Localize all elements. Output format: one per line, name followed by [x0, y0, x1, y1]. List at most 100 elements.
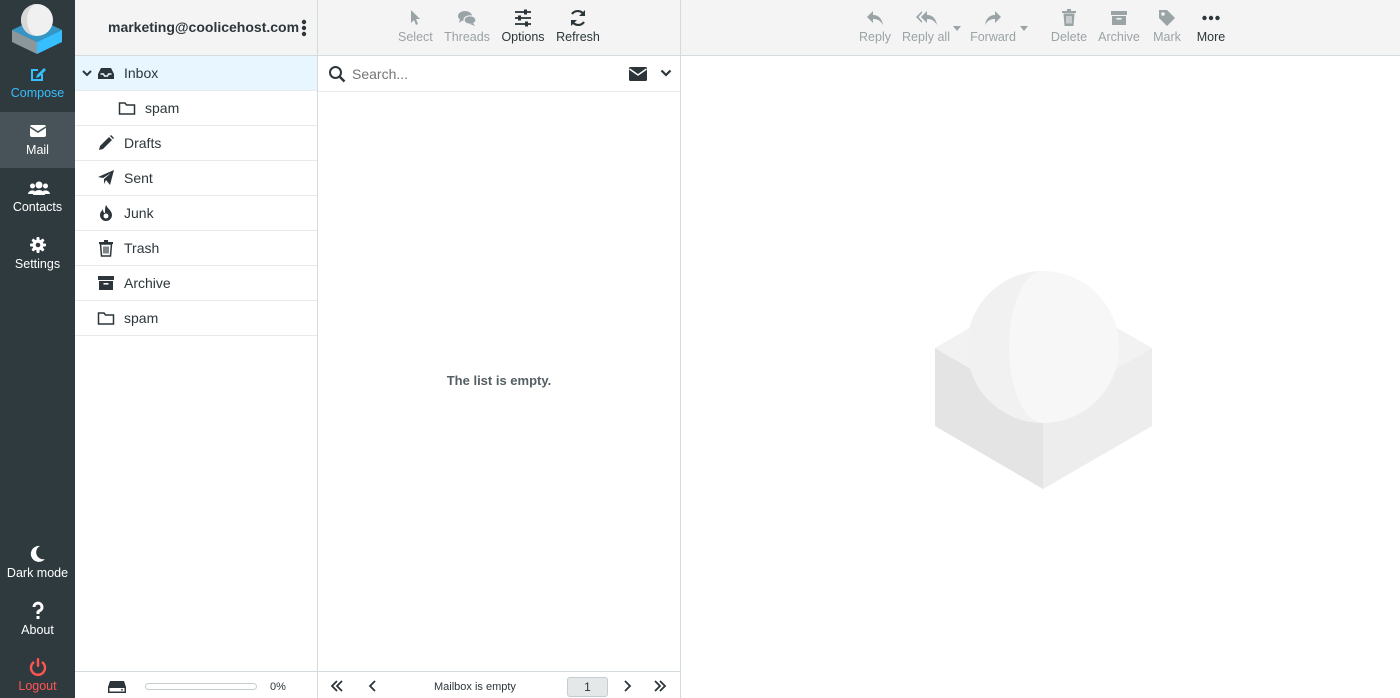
- first-page-icon[interactable]: [330, 680, 344, 692]
- folder-sent[interactable]: Sent: [75, 161, 317, 196]
- envelope-icon[interactable]: [629, 67, 647, 81]
- hard-drive-icon: [107, 680, 127, 694]
- last-page-icon[interactable]: [653, 680, 667, 692]
- moon-icon: [28, 544, 48, 564]
- folder-inbox[interactable]: Inbox: [75, 56, 317, 91]
- envelope-icon: [28, 121, 48, 141]
- list-pager: Mailbox is empty 1: [318, 671, 680, 698]
- mark-button[interactable]: Mark: [1149, 8, 1185, 44]
- about-button[interactable]: About: [0, 601, 75, 658]
- forward-dropdown-icon[interactable]: [1020, 26, 1028, 31]
- archive-button[interactable]: Archive: [1097, 8, 1141, 44]
- reply-button[interactable]: Reply: [855, 8, 895, 44]
- threads-button[interactable]: Threads: [444, 8, 490, 44]
- comments-icon: [457, 8, 477, 28]
- folder-icon: [97, 309, 115, 327]
- list-toolbar: Select Threads Options Refresh: [318, 0, 680, 56]
- quota-percent: 0%: [270, 681, 286, 693]
- archive-icon: [1109, 8, 1129, 28]
- refresh-label: Refresh: [556, 30, 600, 44]
- compose-label: Compose: [10, 86, 65, 100]
- folder-label: Trash: [124, 240, 160, 256]
- mark-label: Mark: [1153, 30, 1181, 44]
- more-button[interactable]: More: [1193, 8, 1229, 44]
- dark-mode-label: Dark mode: [6, 566, 69, 580]
- folder-junk[interactable]: Junk: [75, 196, 317, 231]
- logout-button[interactable]: Logout: [0, 657, 75, 698]
- archive-icon: [97, 274, 115, 292]
- page-number-input[interactable]: 1: [567, 677, 608, 697]
- power-icon: [28, 657, 48, 677]
- forward-button[interactable]: Forward: [969, 8, 1017, 44]
- chevron-down-icon[interactable]: [660, 68, 672, 78]
- archive-label: Archive: [1098, 30, 1140, 44]
- trash-icon: [97, 239, 115, 257]
- next-page-icon[interactable]: [620, 680, 634, 692]
- options-button[interactable]: Options: [500, 8, 546, 44]
- reply-all-button[interactable]: Reply all: [901, 8, 951, 44]
- delete-button[interactable]: Delete: [1049, 8, 1089, 44]
- reply-label: Reply: [859, 30, 891, 44]
- reply-all-label: Reply all: [902, 30, 950, 44]
- threads-label: Threads: [444, 30, 490, 44]
- reply-icon: [865, 8, 885, 28]
- settings-button[interactable]: Settings: [0, 235, 75, 292]
- mail-button[interactable]: Mail: [0, 112, 75, 168]
- folder-archive[interactable]: Archive: [75, 266, 317, 301]
- inbox-icon: [97, 64, 115, 82]
- question-icon: [28, 601, 48, 621]
- folder-label: spam: [145, 100, 180, 116]
- mailbox-status: Mailbox is empty: [434, 681, 516, 693]
- search-icon[interactable]: [328, 65, 346, 83]
- users-icon: [27, 178, 50, 198]
- search-bar: [318, 56, 680, 92]
- forward-icon: [983, 8, 1003, 28]
- mail-label: Mail: [26, 143, 49, 157]
- folder-inbox-spam[interactable]: spam: [75, 91, 317, 126]
- quota-footer: 0%: [75, 671, 317, 698]
- contacts-label: Contacts: [12, 200, 63, 214]
- folder-label: Sent: [124, 170, 153, 186]
- folder-trash[interactable]: Trash: [75, 231, 317, 266]
- search-input[interactable]: [352, 64, 612, 84]
- roundcube-logo-icon[interactable]: [10, 2, 64, 54]
- message-content-panel: Reply Reply all Forward Delete Archive M…: [681, 0, 1400, 698]
- about-label: About: [21, 623, 54, 637]
- logout-label: Logout: [18, 679, 57, 693]
- folder-header: marketing@coolicehost.com: [75, 0, 317, 56]
- gear-icon: [28, 235, 48, 255]
- delete-label: Delete: [1050, 30, 1088, 44]
- options-label: Options: [501, 30, 545, 44]
- paper-plane-icon: [97, 169, 115, 187]
- refresh-button[interactable]: Refresh: [555, 8, 601, 44]
- empty-list-message: The list is empty.: [446, 373, 552, 388]
- more-label: More: [1196, 30, 1226, 44]
- quota-bar: [145, 683, 257, 690]
- vertical-dots-icon[interactable]: [301, 18, 307, 38]
- select-button[interactable]: Select: [398, 8, 433, 44]
- account-email: marketing@coolicehost.com: [108, 19, 300, 35]
- task-menu: Compose Mail Contacts Settings Dark mode…: [0, 0, 75, 698]
- folder-icon: [118, 99, 136, 117]
- previous-page-icon[interactable]: [366, 680, 380, 692]
- folder-drafts[interactable]: Drafts: [75, 126, 317, 161]
- pencil-icon: [97, 134, 115, 152]
- folder-label: Inbox: [124, 65, 159, 81]
- folder-label: Drafts: [124, 135, 162, 151]
- folder-spam[interactable]: spam: [75, 301, 317, 336]
- fire-icon: [97, 204, 115, 222]
- select-label: Select: [398, 30, 433, 44]
- compose-icon: [28, 64, 48, 84]
- reply-all-icon: [916, 8, 937, 28]
- contacts-button[interactable]: Contacts: [0, 178, 75, 235]
- more-dots-icon: [1201, 8, 1221, 28]
- reply-all-dropdown-icon[interactable]: [953, 26, 961, 31]
- roundcube-watermark-icon: [934, 271, 1154, 491]
- folder-label: Archive: [124, 275, 171, 291]
- trash-icon: [1059, 8, 1079, 28]
- chevron-down-icon[interactable]: [82, 69, 92, 77]
- dark-mode-button[interactable]: Dark mode: [0, 544, 75, 601]
- message-toolbar: Reply Reply all Forward Delete Archive M…: [681, 0, 1400, 56]
- sliders-icon: [513, 8, 533, 28]
- message-list-panel: Select Threads Options Refresh Search...…: [318, 0, 681, 698]
